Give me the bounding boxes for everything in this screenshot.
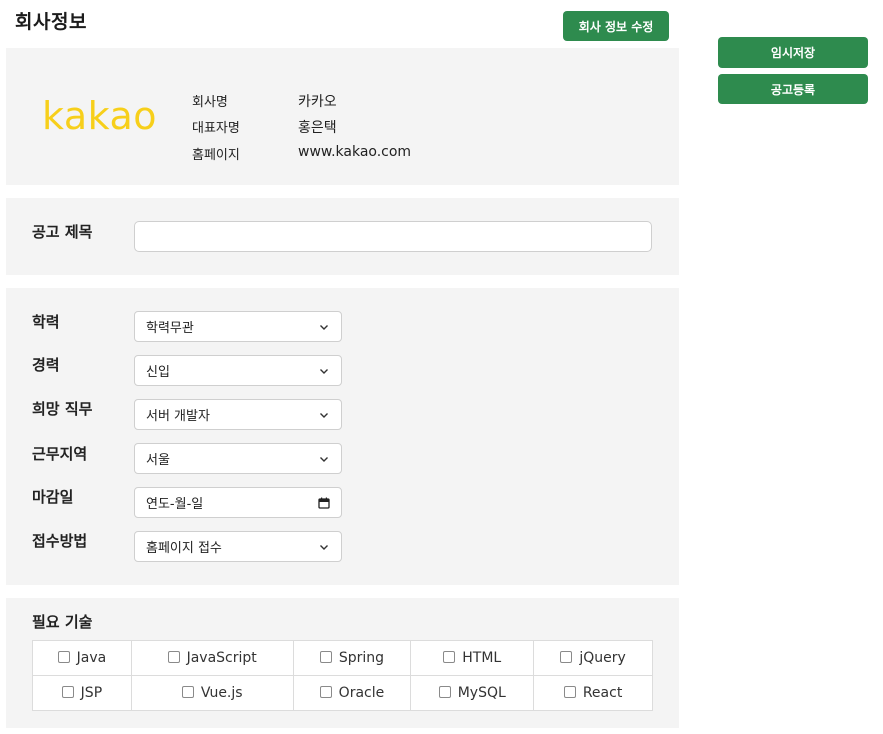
skill-checkbox[interactable] (167, 651, 180, 663)
chevron-down-icon (319, 365, 329, 375)
condition-label: 희망 직무 (32, 400, 93, 418)
condition-select[interactable]: 서울 (134, 443, 342, 474)
skill-option[interactable]: JavaScript (130, 640, 294, 676)
skill-label: JavaScript (186, 650, 257, 666)
skill-label: jQuery (579, 650, 626, 666)
condition-label: 학력 (32, 313, 60, 331)
condition-label: 경력 (32, 356, 60, 374)
skills-row: Java JavaScript Spring HTML jQuery (32, 640, 653, 676)
skill-checkbox[interactable] (181, 686, 194, 698)
skill-option[interactable]: Vue.js (130, 675, 294, 711)
chevron-down-icon (319, 453, 329, 463)
skill-option[interactable]: Java (32, 640, 132, 676)
calendar-icon[interactable] (318, 497, 330, 509)
condition-select[interactable]: 신입 (134, 355, 342, 386)
temp-save-button[interactable]: 임시저장 (718, 37, 868, 68)
skill-checkbox[interactable] (319, 686, 332, 698)
skill-option[interactable]: JSP (32, 675, 132, 711)
skill-label: Java (76, 650, 107, 666)
condition-selected-value: 연도-월-일 (146, 497, 204, 512)
skills-panel: 필요 기술 Java JavaScript Spring HTML jQuery JSP V… (6, 598, 679, 728)
edit-company-info-button[interactable]: 회사 정보 수정 (563, 11, 669, 41)
skill-option[interactable]: HTML (410, 640, 535, 676)
job-posting-page: 회사정보 회사 정보 수정 임시저장 공고등록 kakao 회사명 카카오 대표… (0, 0, 883, 734)
skill-label: HTML (462, 650, 502, 666)
conditions-panel: 학력 학력무관경력신입희망 직무서버 개발자근무지역 서울마감일연도-월-일접수방법… (6, 288, 679, 585)
condition-selected-value: 홈페이지 접수 (146, 541, 222, 556)
skill-label: JSP (80, 685, 103, 701)
condition-select[interactable]: 홈페이지 접수 (134, 531, 342, 562)
chevron-down-icon (319, 409, 329, 419)
skill-checkbox[interactable] (560, 651, 573, 663)
condition-label: 마감일 (32, 488, 74, 506)
posting-title-panel: 공고 제목 (6, 198, 679, 275)
posting-title-label: 공고 제목 (32, 223, 93, 241)
skill-option[interactable]: Oracle (292, 675, 412, 711)
skill-option[interactable]: jQuery (533, 640, 653, 676)
skill-option[interactable]: MySQL (410, 675, 535, 711)
company-logo: kakao (42, 94, 157, 138)
company-info-panel: kakao 회사명 카카오 대표자명 홍은택 홈페이지 www.kakao.co… (6, 48, 679, 185)
skill-label: MySQL (457, 685, 506, 701)
posting-title-input[interactable] (134, 221, 652, 252)
skill-option[interactable]: React (533, 675, 653, 711)
homepage-value: www.kakao.com (298, 144, 412, 160)
skill-checkbox[interactable] (61, 686, 74, 698)
skills-table: Java JavaScript Spring HTML jQuery JSP Vue.js O… (32, 640, 653, 711)
condition-selected-value: 서울 (146, 453, 170, 468)
skill-label: Oracle (338, 685, 385, 701)
condition-selected-value: 서버 개발자 (146, 409, 210, 424)
page-title: 회사정보 (15, 11, 87, 33)
skill-checkbox[interactable] (563, 686, 576, 698)
condition-label: 접수방법 (32, 532, 88, 550)
skills-title: 필요 기술 (32, 613, 93, 631)
skill-checkbox[interactable] (319, 651, 332, 663)
skill-checkbox[interactable] (438, 686, 451, 698)
condition-selected-value: 학력무관 (146, 321, 194, 336)
ceo-label: 대표자명 (192, 121, 240, 136)
skill-label: React (582, 685, 623, 701)
condition-label: 근무지역 (32, 445, 88, 463)
homepage-label: 홈페이지 (192, 148, 240, 163)
condition-selected-value: 신입 (146, 365, 170, 380)
chevron-down-icon (319, 321, 329, 331)
skill-option[interactable]: Spring (292, 640, 412, 676)
ceo-value: 홍은택 (298, 120, 337, 136)
skill-label: Spring (338, 650, 385, 666)
skill-checkbox[interactable] (443, 651, 456, 663)
skill-checkbox[interactable] (57, 651, 70, 663)
condition-select[interactable]: 서버 개발자 (134, 399, 342, 430)
deadline-date-input[interactable]: 연도-월-일 (134, 487, 342, 518)
condition-select[interactable]: 학력무관 (134, 311, 342, 342)
company-name-value: 카카오 (298, 94, 337, 110)
post-job-button[interactable]: 공고등록 (718, 74, 868, 104)
chevron-down-icon (319, 541, 329, 551)
skill-label: Vue.js (200, 685, 243, 701)
skills-row: JSP Vue.js Oracle MySQL React (32, 675, 653, 711)
company-name-label: 회사명 (192, 95, 228, 110)
